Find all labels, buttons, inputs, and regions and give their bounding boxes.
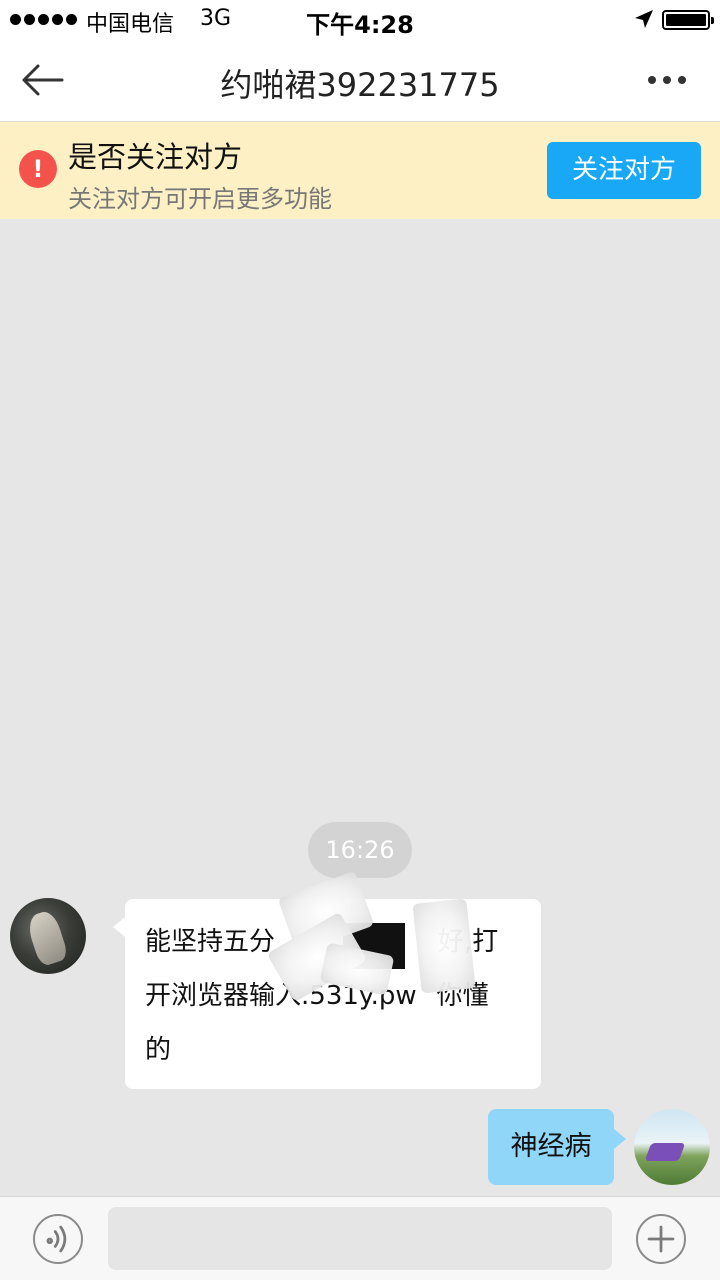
follow-banner-subtitle: 关注对方可开启更多功能 (68, 185, 332, 213)
redaction-mark (412, 898, 476, 994)
message-line-3: 的 (145, 1035, 172, 1065)
plus-icon[interactable] (636, 1214, 686, 1264)
message-input[interactable] (108, 1207, 612, 1270)
battery-icon (662, 10, 714, 30)
outgoing-message-bubble[interactable]: 神经病 (488, 1109, 626, 1185)
nav-bar: 约啪裙392231775 (0, 40, 720, 122)
message-timestamp: 16:26 (308, 822, 412, 878)
status-bar: 中国电信 3G 下午4:28 (0, 0, 720, 40)
chat-screen: 中国电信 3G 下午4:28 约啪裙392231775 ! 是否关注对方 关注对… (0, 0, 720, 1280)
incoming-message-bubble[interactable]: 能坚持五分的好,打 开浏览器输入.531y.pw你懂 的 (113, 870, 541, 1089)
status-time: 下午4:28 (306, 11, 414, 39)
my-avatar[interactable] (634, 1109, 710, 1185)
sender-avatar[interactable] (10, 898, 86, 974)
alert-icon: ! (19, 150, 57, 188)
more-dots-icon[interactable] (648, 72, 692, 88)
message-list[interactable]: 16:26 能坚持五分的好,打 开浏览器输入.531y.pw你懂 的 神经病 (0, 219, 720, 1196)
input-bar (0, 1196, 720, 1280)
follow-banner: ! 是否关注对方 关注对方可开启更多功能 关注对方 (0, 122, 720, 219)
follow-button[interactable]: 关注对方 (547, 142, 701, 199)
voice-icon[interactable] (33, 1214, 83, 1264)
location-arrow-icon (635, 10, 653, 28)
follow-banner-title: 是否关注对方 (68, 140, 243, 174)
chat-title: 约啪裙392231775 (220, 66, 500, 104)
